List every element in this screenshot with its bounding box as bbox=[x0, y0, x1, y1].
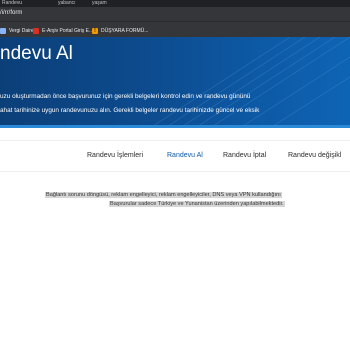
bank-icon bbox=[0, 27, 6, 34]
hero-description-line-2: ahat tarihinize uygun randevunuzu alın. … bbox=[0, 107, 260, 114]
bookmark-label: DÜŞYARA FORMÜ... bbox=[101, 27, 149, 34]
notice-text: Başvurular sadece Türkiye ve Yunanistan … bbox=[109, 201, 285, 207]
nav-randevu-degisikligi[interactable]: Randevu değişikl bbox=[288, 152, 341, 159]
notice-line-1: Bağlantı sorunu döngüsü, reklam engelley… bbox=[0, 192, 350, 198]
notice-line-2: Başvurular sadece Türkiye ve Yunanistan … bbox=[0, 201, 350, 207]
browser-tab[interactable]: Randevu bbox=[2, 0, 22, 7]
warning-icon: ! bbox=[92, 27, 98, 34]
bookmarks-bar: Vergi Dairesi E-Arşiv Portal Giriş E... … bbox=[0, 21, 350, 38]
hero-accent-bar bbox=[0, 125, 350, 128]
browser-tab[interactable]: yaşam bbox=[92, 0, 107, 7]
browser-tab-strip: Randevu yabancı yaşam bbox=[0, 0, 350, 7]
hero-banner: ndevu Al uzu oluşturmadan önce başvurunu… bbox=[0, 37, 350, 128]
browser-tab[interactable]: yabancı bbox=[58, 0, 76, 7]
main-nav: Randevu İşlemleri Randevu Al Randevu İpt… bbox=[0, 140, 350, 172]
hero-description-line-1: uzu oluşturmadan önce başvurunuz için ge… bbox=[0, 93, 251, 100]
portal-icon bbox=[33, 27, 39, 34]
url-text[interactable]: /i/rr/form bbox=[0, 10, 22, 16]
bookmark-duzyara[interactable]: ! DÜŞYARA FORMÜ... bbox=[92, 26, 148, 35]
page-title: ndevu Al bbox=[0, 43, 73, 64]
bookmark-vergi-dairesi[interactable]: Vergi Dairesi bbox=[0, 26, 37, 35]
nav-randevu-islemleri[interactable]: Randevu İşlemleri bbox=[87, 152, 143, 159]
bookmark-e-arsiv[interactable]: E-Arşiv Portal Giriş E... bbox=[33, 26, 93, 35]
nav-randevu-iptal[interactable]: Randevu İptal bbox=[223, 152, 266, 159]
notice-text: Bağlantı sorunu döngüsü, reklam engelley… bbox=[45, 192, 282, 198]
nav-randevu-al[interactable]: Randevu Al bbox=[167, 152, 203, 159]
bookmark-label: E-Arşiv Portal Giriş E... bbox=[42, 27, 94, 34]
address-bar[interactable]: /i/rr/form bbox=[0, 7, 350, 21]
